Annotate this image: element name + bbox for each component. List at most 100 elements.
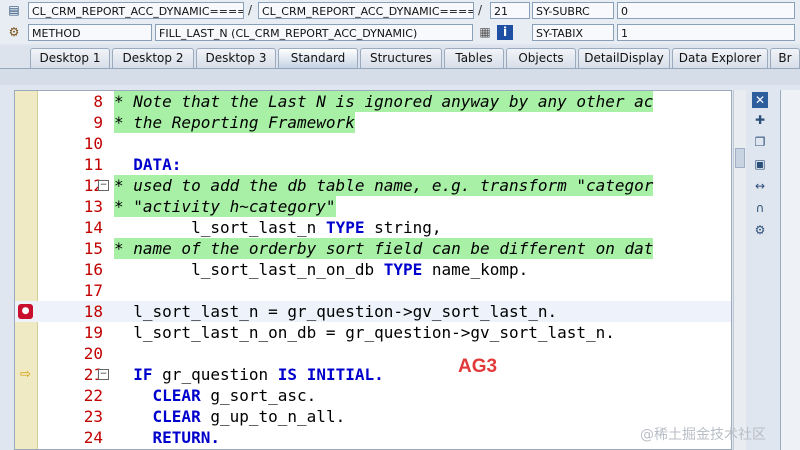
code-line[interactable]: 13 * "activity h~category" bbox=[15, 196, 731, 217]
editor-toolbar: ✕ ✚ ❐ ▣ ↔ ∩ ⚙ bbox=[747, 90, 773, 450]
line-number: 9 bbox=[93, 113, 103, 132]
fold-toggle-icon[interactable]: − bbox=[98, 180, 109, 191]
info-icon[interactable]: i bbox=[497, 25, 513, 40]
code-line[interactable]: 19 l_sort_last_n_on_db = gr_question->gv… bbox=[15, 322, 731, 343]
fold-toggle-icon[interactable]: − bbox=[98, 369, 109, 380]
code-line[interactable]: 14 l_sort_last_n TYPE string, bbox=[15, 217, 731, 238]
include-field[interactable]: CL_CRM_REPORT_ACC_DYNAMIC===== bbox=[258, 2, 474, 19]
code-comment: * Note that the Last N is ignored anyway… bbox=[114, 91, 654, 112]
code-keyword: IS bbox=[277, 365, 298, 384]
line-number: 23 bbox=[83, 407, 103, 426]
code-keyword: TYPE bbox=[325, 218, 365, 237]
variable-name-field[interactable]: SY-TABIX bbox=[532, 24, 614, 41]
code-text: CLEAR g_sort_asc. bbox=[152, 386, 317, 405]
tab-desktop-3[interactable]: Desktop 3 bbox=[196, 48, 276, 68]
method-field[interactable]: FILL_LAST_N (CL_CRM_REPORT_ACC_DYNAMIC) bbox=[155, 24, 473, 41]
type-field[interactable]: METHOD bbox=[28, 24, 152, 41]
variable-name-field[interactable]: SY-SUBRC bbox=[532, 2, 614, 19]
copy-icon[interactable]: ❐ bbox=[752, 134, 768, 150]
tab-desktop-1[interactable]: Desktop 1 bbox=[30, 48, 110, 68]
code-comment: * used to add the db table name, e.g. tr… bbox=[114, 175, 654, 196]
vertical-scrollbar[interactable] bbox=[733, 90, 746, 450]
code-line[interactable]: 16 l_sort_last_n_on_db TYPE name_komp. bbox=[15, 259, 731, 280]
code-text: RETURN. bbox=[114, 428, 220, 447]
code-line[interactable]: 9 * the Reporting Framework bbox=[15, 112, 731, 133]
code-text: CLEAR g_up_to_n_all. bbox=[152, 407, 346, 426]
line-number-field[interactable]: 21 bbox=[490, 2, 530, 19]
table-icon[interactable]: ▦ bbox=[477, 25, 493, 40]
code-line[interactable]: 8 * Note that the Last N is ignored anyw… bbox=[15, 91, 731, 112]
code-line[interactable]: 15 * name of the orderby sort field can … bbox=[15, 238, 731, 259]
watermark: @稀土掘金技术社区 bbox=[640, 427, 766, 443]
annotation-label: AG3 bbox=[458, 356, 498, 377]
code-line[interactable]: ⇨ 21 − IF gr_question IS INITIAL. bbox=[15, 364, 731, 385]
line-number: 12 bbox=[83, 176, 103, 195]
line-number: 13 bbox=[83, 197, 103, 216]
tab-standard[interactable]: Standard bbox=[278, 48, 358, 68]
code-text: l_sort_last_n TYPE string, bbox=[191, 218, 442, 237]
header-row-1: ▤ CL_CRM_REPORT_ACC_DYNAMIC===== / CL_CR… bbox=[0, 0, 800, 22]
line-number: 21 bbox=[83, 365, 103, 384]
line-number: 14 bbox=[83, 218, 103, 237]
code-line[interactable]: 24 RETURN. bbox=[15, 427, 731, 448]
tab-br[interactable]: Br bbox=[770, 48, 800, 68]
new-icon[interactable]: ✚ bbox=[752, 112, 768, 128]
tab-objects[interactable]: Objects bbox=[506, 48, 576, 68]
code-text: l_sort_last_n = gr_question->gv_sort_las… bbox=[114, 302, 558, 321]
right-panel bbox=[780, 90, 800, 450]
code-line[interactable]: 12 − * used to add the db table name, e.… bbox=[15, 175, 731, 196]
line-number: 8 bbox=[93, 92, 103, 111]
code-keyword: TYPE bbox=[383, 260, 423, 279]
code-line[interactable]: 17 bbox=[15, 280, 731, 301]
line-number: 22 bbox=[83, 386, 103, 405]
tab-strip: Desktop 1 Desktop 2 Desktop 3 Standard S… bbox=[0, 46, 800, 69]
code-text: DATA: bbox=[114, 155, 182, 174]
line-number: 19 bbox=[83, 323, 103, 342]
code-keyword: IF bbox=[133, 365, 153, 384]
line-number: 10 bbox=[83, 134, 103, 153]
code-line[interactable]: 10 bbox=[15, 133, 731, 154]
line-number: 24 bbox=[83, 428, 103, 447]
separator: / bbox=[248, 3, 253, 17]
header-row-2: ⚙ METHOD FILL_LAST_N (CL_CRM_REPORT_ACC_… bbox=[0, 22, 800, 44]
program-icon: ▤ bbox=[8, 3, 20, 17]
code-comment: * the Reporting Framework bbox=[114, 112, 355, 133]
code-line-current[interactable]: ● 18 l_sort_last_n = gr_question->gv_sor… bbox=[15, 301, 731, 322]
method-icon: ⚙ bbox=[8, 25, 20, 39]
line-number: 20 bbox=[83, 344, 103, 363]
tab-detail-display[interactable]: DetailDisplay bbox=[578, 48, 670, 68]
toolbar-strip bbox=[0, 69, 800, 85]
close-icon[interactable]: ✕ bbox=[752, 92, 768, 108]
tab-desktop-2[interactable]: Desktop 2 bbox=[112, 48, 194, 68]
line-number: 15 bbox=[83, 239, 103, 258]
code-line[interactable]: 22 CLEAR g_sort_asc. bbox=[15, 385, 731, 406]
settings-icon[interactable]: ⚙ bbox=[752, 222, 768, 238]
line-number: 18 bbox=[83, 302, 103, 321]
link-icon[interactable]: ∩ bbox=[752, 200, 768, 216]
source-editor[interactable]: 8 * Note that the Last N is ignored anyw… bbox=[14, 90, 732, 450]
code-keyword: CLEAR bbox=[152, 407, 201, 426]
code-line[interactable]: 20 bbox=[15, 343, 731, 364]
tab-tables[interactable]: Tables bbox=[444, 48, 504, 68]
code-line[interactable]: 11 DATA: bbox=[15, 154, 731, 175]
scrollbar-thumb[interactable] bbox=[735, 148, 745, 168]
program-field[interactable]: CL_CRM_REPORT_ACC_DYNAMIC===== bbox=[28, 2, 244, 19]
separator: / bbox=[478, 3, 483, 17]
line-number: 11 bbox=[83, 155, 103, 174]
code-text: l_sort_last_n_on_db TYPE name_komp. bbox=[191, 260, 529, 279]
variable-value-field[interactable]: 1 bbox=[617, 24, 795, 41]
tab-data-explorer[interactable]: Data Explorer bbox=[672, 48, 768, 68]
line-number: 17 bbox=[83, 281, 103, 300]
breakpoint-icon[interactable]: ● bbox=[18, 304, 33, 319]
code-comment: * "activity h~category" bbox=[114, 196, 336, 217]
resize-icon[interactable]: ↔ bbox=[752, 178, 768, 194]
code-text: l_sort_last_n_on_db = gr_question->gv_so… bbox=[114, 323, 615, 342]
code-line[interactable]: 23 CLEAR g_up_to_n_all. bbox=[15, 406, 731, 427]
tab-structures[interactable]: Structures bbox=[360, 48, 442, 68]
code-keyword: INITIAL. bbox=[306, 365, 384, 384]
maximize-icon[interactable]: ▣ bbox=[752, 156, 768, 172]
execution-arrow-icon: ⇨ bbox=[20, 367, 31, 382]
code-text: IF gr_question IS INITIAL. bbox=[133, 365, 384, 384]
variable-value-field[interactable]: 0 bbox=[617, 2, 795, 19]
code-comment: * name of the orderby sort field can be … bbox=[114, 238, 654, 259]
